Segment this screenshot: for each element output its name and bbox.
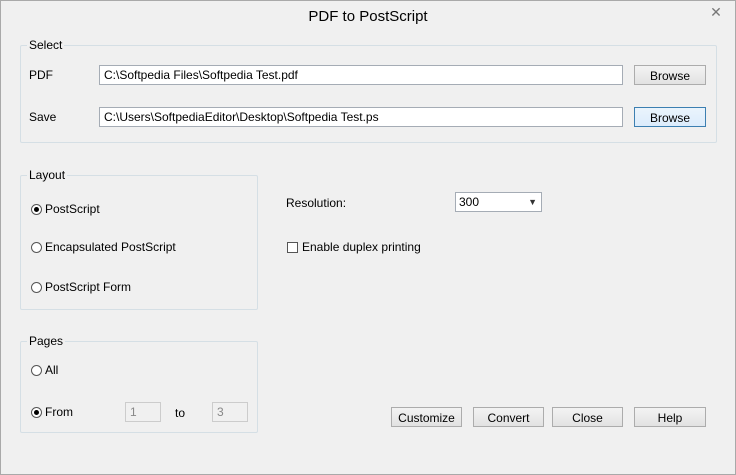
duplex-checkbox[interactable]: Enable duplex printing: [287, 240, 421, 254]
duplex-label: Enable duplex printing: [302, 240, 421, 254]
radio-icon: [31, 281, 42, 293]
close-icon[interactable]: ✕: [703, 2, 729, 22]
pages-all-label: All: [45, 363, 59, 377]
dialog-window: PDF to PostScript ✕ Select PDF C:\Softpe…: [0, 0, 736, 475]
select-group-label: Select: [27, 38, 65, 52]
pdf-label: PDF: [29, 68, 53, 82]
customize-button[interactable]: Customize: [391, 407, 462, 427]
save-path-input[interactable]: C:\Users\SoftpediaEditor\Desktop\Softped…: [99, 107, 623, 127]
dialog-client: Select PDF C:\Softpedia Files\Softpedia …: [9, 31, 727, 466]
window-title: PDF to PostScript: [308, 8, 428, 25]
layout-option-form[interactable]: PostScript Form: [31, 280, 131, 294]
close-button[interactable]: Close: [552, 407, 623, 427]
pdf-browse-button[interactable]: Browse: [634, 65, 706, 85]
layout-group-label: Layout: [27, 168, 68, 182]
title-bar: PDF to PostScript ✕: [1, 1, 735, 31]
pages-all-radio[interactable]: All: [31, 363, 58, 377]
radio-checked-icon: [31, 203, 42, 215]
radio-icon: [31, 364, 42, 376]
pages-from-radio[interactable]: From: [31, 405, 73, 419]
resolution-value: 300: [459, 195, 480, 209]
save-label: Save: [29, 110, 57, 124]
layout-option-label: PostScript: [45, 202, 100, 216]
layout-option-label: Encapsulated PostScript: [45, 240, 176, 254]
resolution-label: Resolution:: [286, 196, 347, 210]
pages-from-label: From: [45, 405, 73, 419]
convert-button[interactable]: Convert: [473, 407, 544, 427]
pages-group-label: Pages: [27, 334, 66, 348]
pdf-path-input[interactable]: C:\Softpedia Files\Softpedia Test.pdf: [99, 65, 623, 85]
radio-icon: [31, 241, 42, 253]
layout-option-postscript[interactable]: PostScript: [31, 202, 100, 216]
resolution-select[interactable]: 300 ▼: [455, 192, 542, 212]
page-to-input[interactable]: 3: [212, 402, 248, 422]
page-to-label: to: [175, 406, 186, 420]
radio-checked-icon: [31, 406, 42, 418]
help-button[interactable]: Help: [634, 407, 706, 427]
save-browse-button[interactable]: Browse: [634, 107, 706, 127]
layout-option-encapsulated[interactable]: Encapsulated PostScript: [31, 240, 176, 254]
select-group: Select: [20, 38, 717, 143]
chevron-down-icon: ▼: [528, 197, 537, 207]
checkbox-icon: [287, 241, 298, 253]
page-from-input[interactable]: 1: [125, 402, 161, 422]
layout-option-label: PostScript Form: [45, 280, 132, 294]
